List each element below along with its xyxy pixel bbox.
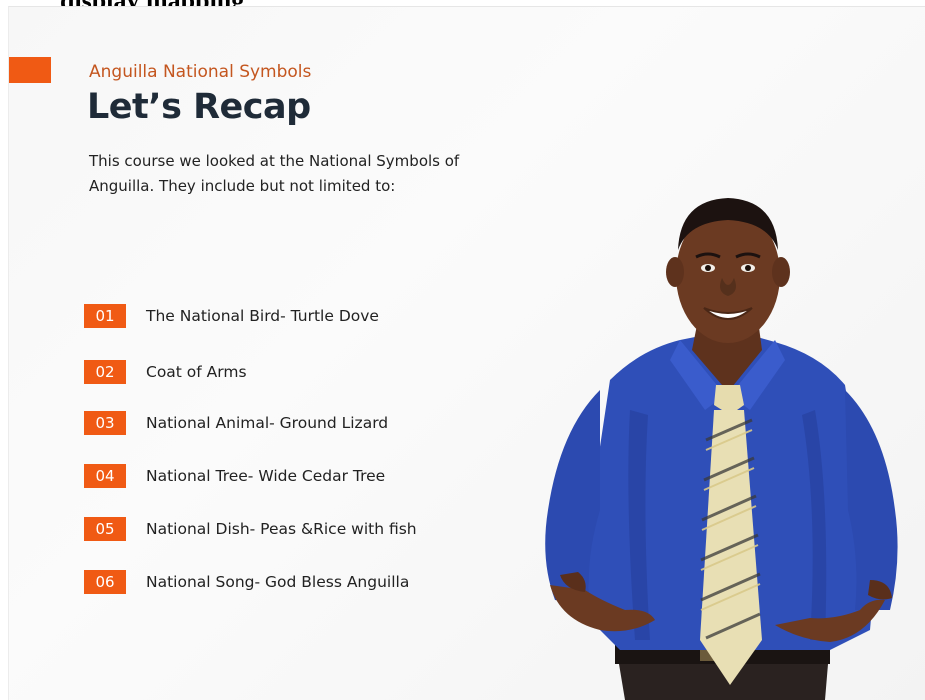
page: display mapping Anguilla National Symbol… bbox=[0, 0, 925, 700]
list-item: 03 National Animal- Ground Lizard bbox=[84, 410, 388, 436]
item-number-badge: 01 bbox=[84, 304, 126, 328]
slide-title: Let’s Recap bbox=[87, 87, 311, 127]
item-label: National Tree- Wide Cedar Tree bbox=[146, 467, 386, 485]
item-label: The National Bird- Turtle Dove bbox=[146, 307, 379, 325]
item-number-badge: 03 bbox=[84, 411, 126, 435]
list-item: 01 The National Bird- Turtle Dove bbox=[84, 303, 379, 329]
item-number-badge: 04 bbox=[84, 464, 126, 488]
list-item: 05 National Dish- Peas &Rice with fish bbox=[84, 516, 417, 542]
item-label: National Song- God Bless Anguilla bbox=[146, 573, 410, 591]
slide-subtitle: Anguilla National Symbols bbox=[89, 62, 312, 82]
intro-text: This course we looked at the National Sy… bbox=[89, 152, 460, 195]
item-number-badge: 02 bbox=[84, 360, 126, 384]
list-item: 06 National Song- God Bless Anguilla bbox=[84, 569, 409, 595]
list-item: 04 National Tree- Wide Cedar Tree bbox=[84, 463, 385, 489]
item-number-badge: 05 bbox=[84, 517, 126, 541]
item-label: Coat of Arms bbox=[146, 363, 247, 381]
accent-bar bbox=[9, 57, 51, 83]
presenter-photo bbox=[545, 198, 898, 700]
list-item: 02 Coat of Arms bbox=[84, 359, 247, 385]
item-label: National Animal- Ground Lizard bbox=[146, 414, 389, 432]
item-number-badge: 06 bbox=[84, 570, 126, 594]
item-label: National Dish- Peas &Rice with fish bbox=[146, 520, 417, 538]
